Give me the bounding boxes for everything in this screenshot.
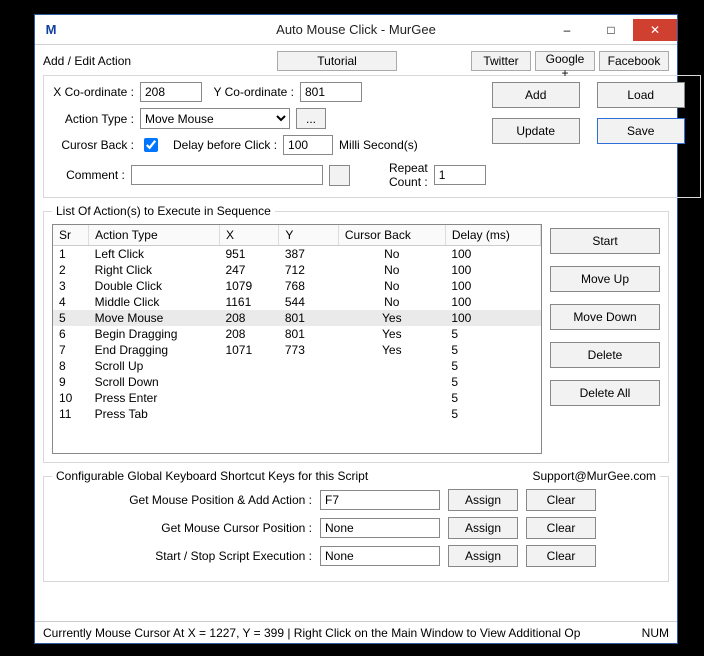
clear-button[interactable]: Clear <box>526 517 596 539</box>
x-coord-input[interactable] <box>140 82 202 102</box>
add-edit-action-label: Add / Edit Action <box>43 54 131 68</box>
cursor-back-label: Curosr Back : <box>52 138 134 152</box>
table-row[interactable]: 9Scroll Down5 <box>53 374 541 390</box>
main-window: M Auto Mouse Click - MurGee – □ ✕ Add / … <box>34 14 678 644</box>
delay-before-click-label: Delay before Click : <box>173 138 277 152</box>
action-type-select[interactable]: Move Mouse <box>140 108 290 129</box>
move-up-button[interactable]: Move Up <box>550 266 660 292</box>
start-button[interactable]: Start <box>550 228 660 254</box>
add-edit-fieldset: X Co-ordinate : Y Co-ordinate : Action T… <box>43 75 701 198</box>
column-header[interactable]: Action Type <box>89 225 220 246</box>
cursor-back-checkbox[interactable] <box>144 138 158 152</box>
column-header[interactable]: X <box>219 225 278 246</box>
column-header[interactable]: Delay (ms) <box>445 225 540 246</box>
y-coord-input[interactable] <box>300 82 362 102</box>
shortcuts-fieldset: Configurable Global Keyboard Shortcut Ke… <box>43 469 669 582</box>
table-row[interactable]: 1Left Click951387No100 <box>53 246 541 263</box>
delete-all-button[interactable]: Delete All <box>550 380 660 406</box>
table-row[interactable]: 3Double Click1079768No100 <box>53 278 541 294</box>
load-button[interactable]: Load <box>597 82 685 108</box>
support-email[interactable]: Support@MurGee.com <box>532 469 656 483</box>
tutorial-button[interactable]: Tutorial <box>277 51 397 71</box>
google-plus-button[interactable]: Google + <box>535 51 595 71</box>
shortcut-input-2[interactable] <box>320 546 440 566</box>
table-row[interactable]: 8Scroll Up5 <box>53 358 541 374</box>
assign-button[interactable]: Assign <box>448 517 518 539</box>
numlock-indicator: NUM <box>642 626 669 640</box>
status-bar: Currently Mouse Cursor At X = 1227, Y = … <box>35 621 677 643</box>
app-icon: M <box>43 22 59 38</box>
repeat-count-label: Repeat Count : <box>356 161 428 189</box>
table-row[interactable]: 2Right Click247712No100 <box>53 262 541 278</box>
column-header[interactable]: Sr <box>53 225 89 246</box>
action-list-table[interactable]: SrAction TypeXYCursor BackDelay (ms) 1Le… <box>53 225 541 422</box>
move-down-button[interactable]: Move Down <box>550 304 660 330</box>
titlebar[interactable]: M Auto Mouse Click - MurGee – □ ✕ <box>35 15 677 45</box>
action-list-fieldset: List Of Action(s) to Execute in Sequence… <box>43 204 669 463</box>
table-row[interactable]: 4Middle Click1161544No100 <box>53 294 541 310</box>
clear-button[interactable]: Clear <box>526 545 596 567</box>
maximize-button[interactable]: □ <box>589 19 633 41</box>
table-row[interactable]: 10Press Enter5 <box>53 390 541 406</box>
shortcut-label: Get Mouse Cursor Position : <box>52 521 312 535</box>
table-row[interactable]: 11Press Tab5 <box>53 406 541 422</box>
table-row[interactable]: 5Move Mouse208801Yes100 <box>53 310 541 326</box>
close-button[interactable]: ✕ <box>633 19 677 41</box>
table-row[interactable]: 6Begin Dragging208801Yes5 <box>53 326 541 342</box>
shortcuts-legend: Configurable Global Keyboard Shortcut Ke… <box>56 469 368 483</box>
assign-button[interactable]: Assign <box>448 489 518 511</box>
action-type-extras-button[interactable]: ... <box>296 108 326 129</box>
comment-label: Comment : <box>52 168 125 182</box>
column-header[interactable]: Y <box>279 225 338 246</box>
twitter-button[interactable]: Twitter <box>471 51 531 71</box>
delete-button[interactable]: Delete <box>550 342 660 368</box>
action-type-label: Action Type : <box>52 112 134 126</box>
add-button[interactable]: Add <box>492 82 580 108</box>
delay-units-label: Milli Second(s) <box>339 138 418 152</box>
status-text: Currently Mouse Cursor At X = 1227, Y = … <box>43 626 580 640</box>
comment-input[interactable] <box>131 165 323 185</box>
shortcut-label: Get Mouse Position & Add Action : <box>52 493 312 507</box>
facebook-button[interactable]: Facebook <box>599 51 669 71</box>
minimize-button[interactable]: – <box>545 19 589 41</box>
column-header[interactable]: Cursor Back <box>338 225 445 246</box>
comment-extras-button[interactable] <box>329 165 350 186</box>
update-button[interactable]: Update <box>492 118 580 144</box>
save-button[interactable]: Save <box>597 118 685 144</box>
action-list-legend: List Of Action(s) to Execute in Sequence <box>52 204 275 218</box>
shortcut-label: Start / Stop Script Execution : <box>52 549 312 563</box>
assign-button[interactable]: Assign <box>448 545 518 567</box>
clear-button[interactable]: Clear <box>526 489 596 511</box>
delay-input[interactable] <box>283 135 333 155</box>
x-coord-label: X Co-ordinate : <box>52 85 134 99</box>
repeat-count-input[interactable] <box>434 165 486 185</box>
y-coord-label: Y Co-ordinate : <box>208 85 294 99</box>
table-row[interactable]: 7End Dragging1071773Yes5 <box>53 342 541 358</box>
shortcut-input-1[interactable] <box>320 518 440 538</box>
shortcut-input-0[interactable] <box>320 490 440 510</box>
